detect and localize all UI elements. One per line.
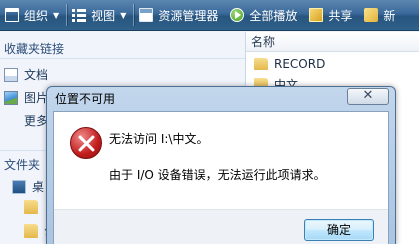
explorer-button[interactable]: 资源管理器: [134, 0, 225, 31]
play-icon: [230, 8, 245, 22]
favorite-link-label: 文档: [24, 68, 49, 82]
favorite-link-pictures[interactable]: 图片: [4, 89, 48, 106]
organize-label: 组织: [24, 8, 49, 23]
dialog-footer: 确定: [54, 209, 388, 244]
tree-item-desktop[interactable]: 桌: [12, 178, 44, 195]
ok-button[interactable]: 确定: [304, 219, 374, 241]
command-bar: 组织 ▼ 视图 ▼ 资源管理器 全部播放 共享 新: [0, 0, 419, 31]
error-dialog: 位置不可用 ✕ 无法访问 I:\中文。 由于 I/O 设备错误，无法运行此项请求…: [46, 86, 396, 244]
error-message-detail: 由于 I/O 设备错误，无法运行此项请求。: [109, 168, 326, 182]
share-button[interactable]: 共享: [304, 0, 359, 31]
folder-icon: [24, 200, 38, 214]
organize-button[interactable]: 组织 ▼: [0, 0, 66, 31]
folder-icon: [24, 223, 38, 238]
dialog-body: 无法访问 I:\中文。 由于 I/O 设备错误，无法运行此项请求。 确定: [53, 111, 389, 244]
organize-icon: [5, 8, 19, 22]
views-label: 视图: [91, 8, 116, 23]
column-header-label: 名称: [251, 35, 276, 49]
new-folder-icon: [364, 8, 379, 22]
new-folder-label: 新: [383, 8, 396, 23]
folder-icon: [254, 58, 268, 70]
favorite-link-label: 图片: [24, 91, 49, 105]
new-folder-button[interactable]: 新: [359, 0, 402, 31]
file-row[interactable]: RECORD: [246, 54, 419, 74]
favorite-link-documents[interactable]: 文档: [4, 66, 48, 83]
views-button[interactable]: 视图 ▼: [67, 0, 133, 31]
error-icon: [70, 127, 102, 159]
column-header-name[interactable]: 名称: [246, 32, 419, 52]
views-icon: [72, 8, 87, 22]
pictures-icon: [4, 90, 18, 105]
folders-heading: 文件夹: [4, 158, 41, 172]
explorer-label: 资源管理器: [158, 8, 219, 23]
share-label: 共享: [328, 8, 353, 23]
file-name: RECORD: [274, 57, 326, 71]
favorite-link-label: 更多: [24, 114, 49, 128]
chevron-down-icon: ▼: [120, 10, 127, 20]
play-all-label: 全部播放: [249, 8, 298, 23]
close-icon: ✕: [362, 88, 374, 103]
close-button[interactable]: ✕: [347, 88, 389, 105]
favorite-link-more[interactable]: 更多: [24, 112, 48, 129]
share-icon: [309, 8, 324, 22]
desktop-icon: [12, 179, 26, 194]
tree-item-label: 桌: [32, 180, 45, 194]
dialog-title: 位置不可用: [55, 92, 116, 106]
documents-icon: [4, 67, 18, 82]
divider: [0, 58, 245, 59]
error-message-primary: 无法访问 I:\中文。: [109, 132, 209, 146]
play-all-button[interactable]: 全部播放: [225, 0, 304, 31]
explorer-window-icon: [139, 8, 154, 22]
tree-item[interactable]: [24, 200, 44, 214]
chevron-down-icon: ▼: [53, 10, 60, 20]
favorite-links-heading: 收藏夹链接: [4, 42, 65, 56]
